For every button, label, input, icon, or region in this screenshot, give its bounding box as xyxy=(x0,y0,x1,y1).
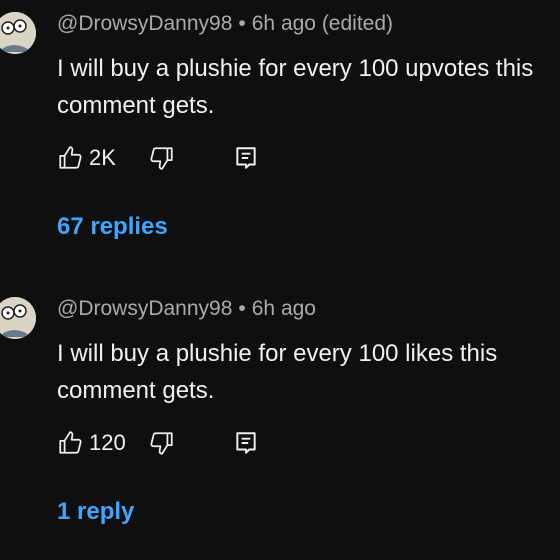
comment-text-line: I will buy a plushie for every 100 upvot… xyxy=(57,55,534,82)
comment-text: I will buy a plushie for every 100 likes… xyxy=(57,335,560,409)
comment-text-line: I will buy a plushie for every 100 likes… xyxy=(57,340,498,367)
like-count: 120 xyxy=(89,430,126,455)
view-replies-link[interactable]: 67 replies xyxy=(57,210,168,244)
reply-button[interactable] xyxy=(233,423,259,463)
comment-actions: 120 xyxy=(57,423,357,463)
author-handle[interactable]: @DrowsyDanny98 xyxy=(57,12,232,35)
comment-time: 6h ago (edited) xyxy=(251,12,394,35)
comment-meta: @DrowsyDanny98 • 6h ago xyxy=(57,295,316,323)
thumb-up-icon xyxy=(59,431,82,454)
comment-text: I will buy a plushie for every 100 upvot… xyxy=(57,50,560,124)
dislike-button[interactable] xyxy=(149,423,175,463)
comment-text-line: comment gets. xyxy=(57,377,215,404)
thumb-up-icon xyxy=(59,146,82,169)
reply-button[interactable] xyxy=(233,138,259,178)
avatar[interactable] xyxy=(0,297,36,339)
like-count: 2K xyxy=(89,145,116,170)
reply-comment-icon xyxy=(236,147,256,169)
dislike-button[interactable] xyxy=(149,138,175,178)
view-replies-link[interactable]: 1 reply xyxy=(57,495,134,529)
like-button[interactable]: 2K xyxy=(57,138,116,178)
meta-separator: • xyxy=(238,12,246,35)
comment-meta: @DrowsyDanny98 • 6h ago (edited) xyxy=(57,10,393,38)
comment-time: 6h ago xyxy=(251,297,316,320)
comment-text-line: comment gets. xyxy=(57,92,215,119)
like-button[interactable]: 120 xyxy=(57,423,126,463)
meta-separator: • xyxy=(238,297,246,320)
avatar-image xyxy=(0,297,36,339)
avatar[interactable] xyxy=(0,12,36,54)
avatar-image xyxy=(0,12,36,54)
reply-comment-icon xyxy=(236,432,256,454)
comment-actions: 2K xyxy=(57,138,357,178)
author-handle[interactable]: @DrowsyDanny98 xyxy=(57,297,232,320)
thumb-down-icon xyxy=(150,147,173,170)
thumb-down-icon xyxy=(150,432,173,455)
